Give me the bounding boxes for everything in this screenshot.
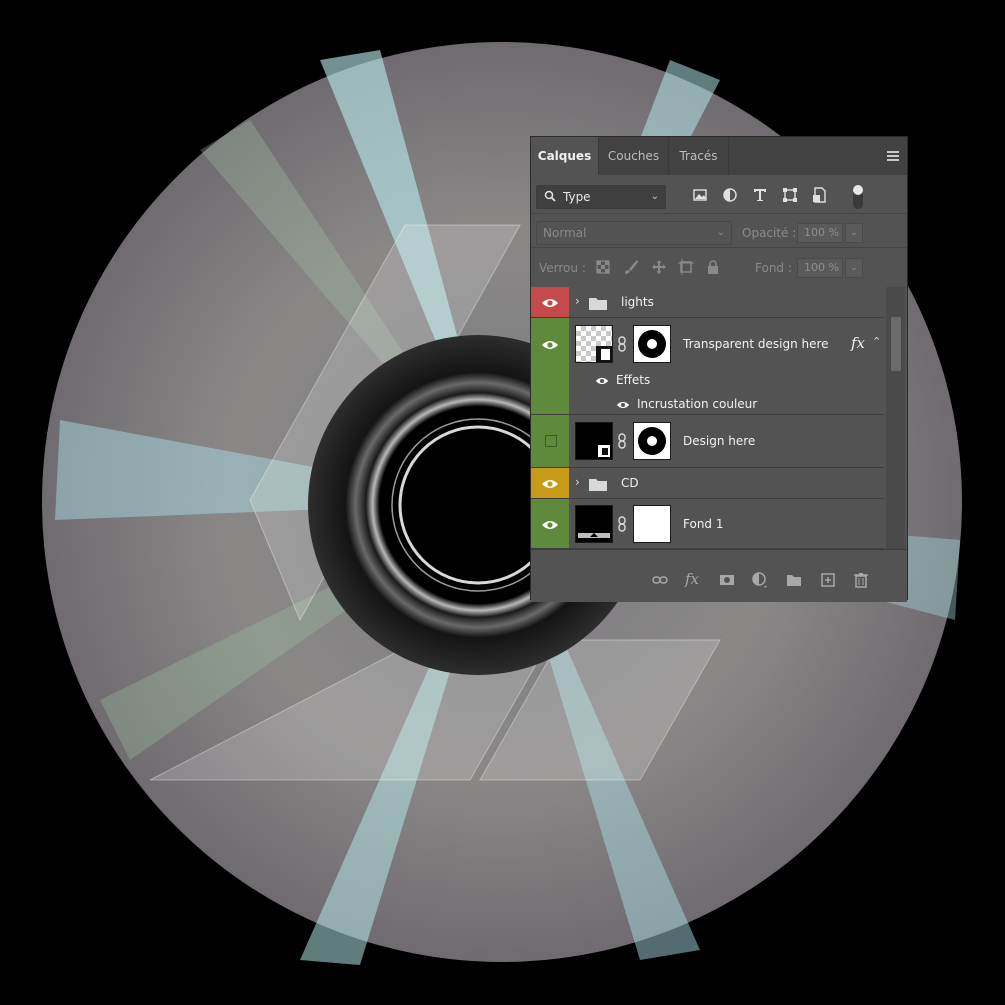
fill-label: Fond : — [755, 261, 792, 275]
layers-list: › lights Transparent design here fx ⌃ Ef… — [531, 287, 907, 549]
tab-traces[interactable]: Tracés — [669, 137, 729, 175]
trash-icon[interactable] — [853, 572, 869, 588]
panel-menu-icon[interactable] — [887, 151, 899, 161]
new-group-icon[interactable] — [786, 572, 802, 588]
opacity-label: Opacité : — [742, 226, 797, 240]
artboard-icon[interactable] — [678, 259, 694, 275]
eye-icon[interactable] — [541, 519, 559, 531]
eye-icon[interactable] — [541, 478, 559, 490]
shape-filter-icon[interactable] — [782, 187, 798, 203]
eye-icon[interactable] — [541, 297, 559, 309]
eye-icon[interactable] — [595, 376, 609, 386]
folder-icon — [589, 479, 607, 491]
layer-fond-1[interactable]: Fond 1 — [531, 499, 884, 549]
layer-name: Fond 1 — [683, 517, 724, 531]
fill-field[interactable]: 100 % — [797, 258, 843, 278]
adjustment-filter-icon[interactable] — [722, 187, 738, 203]
tab-couches[interactable]: Couches — [599, 137, 669, 175]
layer-transparent-design[interactable]: Transparent design here fx ⌃ Effets Incr… — [531, 318, 884, 415]
layer-thumbnail — [575, 325, 613, 363]
layer-name: Transparent design here — [683, 337, 829, 351]
type-filter-icon[interactable] — [752, 187, 768, 203]
chevron-down-icon[interactable]: ⌄ — [845, 223, 863, 243]
panel-tab-bar: Calques Couches Tracés — [531, 137, 907, 175]
fx-icon[interactable]: fx — [851, 334, 865, 352]
chain-link-icon[interactable] — [617, 516, 627, 532]
filter-type-dropdown[interactable]: Type ⌄ — [536, 185, 666, 209]
mask-icon[interactable] — [719, 572, 735, 588]
new-layer-icon[interactable] — [820, 572, 836, 588]
layer-name: CD — [621, 476, 639, 490]
tab-calques[interactable]: Calques — [531, 137, 599, 175]
chevron-right-icon[interactable]: › — [575, 475, 580, 489]
smart-object-filter-icon[interactable] — [812, 187, 828, 203]
adjustment-layer-icon[interactable] — [752, 572, 768, 588]
image-filter-icon[interactable] — [692, 187, 708, 203]
layer-mask-thumbnail — [633, 422, 671, 460]
chain-link-icon[interactable] — [617, 336, 627, 352]
layer-mask-thumbnail — [633, 505, 671, 543]
layer-group-cd[interactable]: › CD — [531, 468, 884, 499]
blend-mode-value: Normal — [543, 226, 587, 240]
fx-icon[interactable]: fx — [685, 570, 699, 588]
layer-mask-thumbnail — [633, 325, 671, 363]
layer-design-here[interactable]: Design here — [531, 415, 884, 468]
filter-toggle-icon[interactable] — [853, 185, 863, 209]
layer-color-tag — [531, 318, 569, 414]
move-icon[interactable] — [651, 259, 667, 275]
layer-thumbnail — [575, 505, 613, 543]
chevron-right-icon[interactable]: › — [575, 294, 580, 308]
folder-icon — [589, 298, 607, 310]
layer-name: lights — [621, 295, 654, 309]
chevron-down-icon: ⌄ — [716, 227, 725, 238]
link-layers-icon[interactable] — [652, 572, 668, 588]
layer-thumbnail — [575, 422, 613, 460]
lock-icon[interactable] — [705, 259, 721, 275]
layers-scrollbar[interactable] — [886, 287, 905, 549]
layers-panel: Calques Couches Tracés Type ⌄ Normal ⌄ O… — [530, 136, 908, 602]
eye-icon[interactable] — [541, 339, 559, 351]
visibility-off-box[interactable] — [545, 435, 557, 447]
layer-group-lights[interactable]: › lights — [531, 287, 884, 318]
filter-type-value: Type — [563, 190, 591, 204]
chevron-up-icon[interactable]: ⌃ — [872, 335, 881, 348]
search-icon — [544, 190, 556, 202]
effects-label: Effets — [616, 373, 651, 387]
layer-name: Design here — [683, 434, 756, 448]
effect-color-overlay: Incrustation couleur — [637, 397, 758, 411]
chain-link-icon[interactable] — [617, 433, 627, 449]
eye-icon[interactable] — [616, 400, 630, 410]
brush-icon[interactable] — [623, 259, 639, 275]
scrollbar-thumb[interactable] — [891, 317, 901, 371]
opacity-field[interactable]: 100 % — [797, 223, 843, 243]
chevron-down-icon: ⌄ — [650, 191, 659, 202]
chevron-down-icon[interactable]: ⌄ — [845, 258, 863, 278]
blend-mode-dropdown[interactable]: Normal ⌄ — [536, 221, 732, 245]
lock-transparent-pixels-icon[interactable] — [595, 259, 611, 275]
lock-label: Verrou : — [539, 261, 586, 275]
